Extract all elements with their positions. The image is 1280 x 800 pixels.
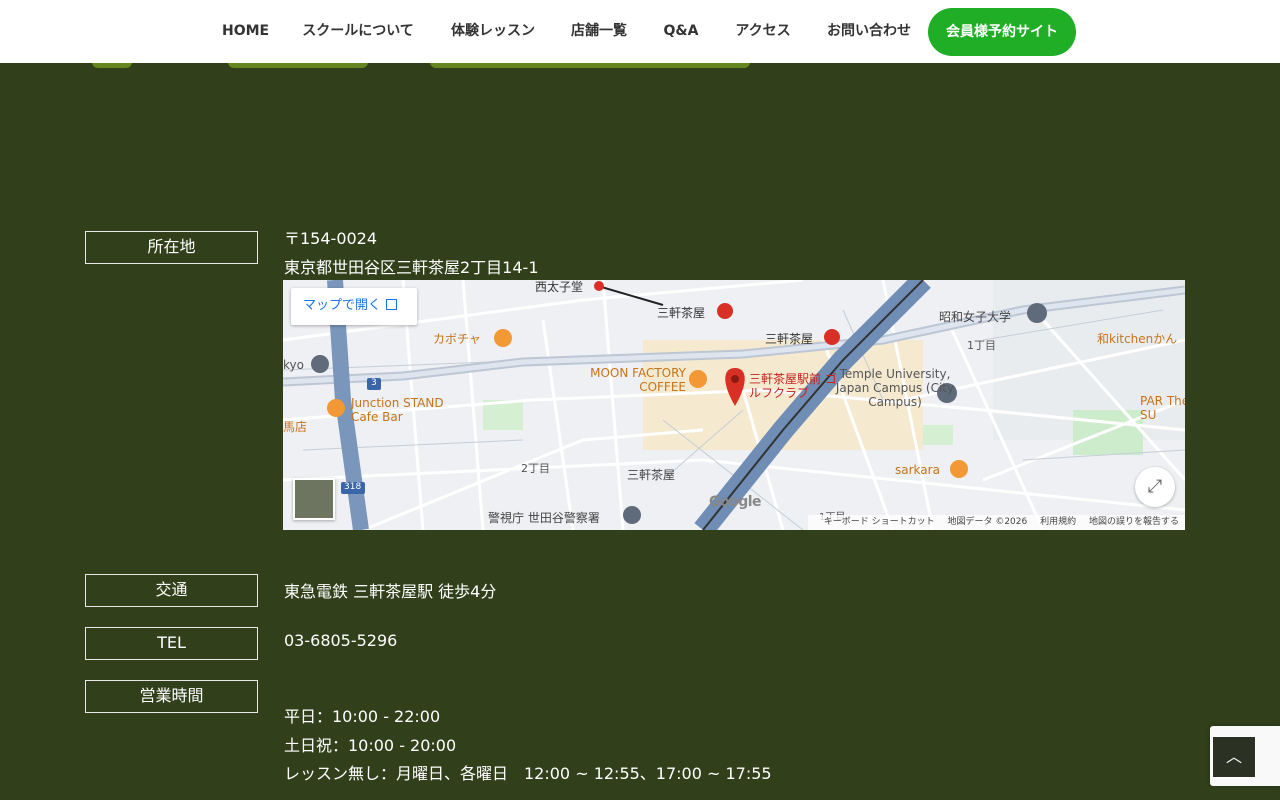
nav-about-school[interactable]: スクールについて [302,0,414,63]
postal-code: 〒154-0024 [284,229,378,248]
transport-label: 交通 [85,574,258,607]
hours-weekday: 平日：10:00 - 22:00 [284,707,441,726]
external-link-icon [386,299,398,310]
chevron-up-icon: ︿ [1225,747,1242,766]
terms-link[interactable]: 利用規約 [1040,517,1076,527]
place-label: 三軒茶屋 [765,332,814,346]
member-reservation-button[interactable]: 会員様予約サイト [928,8,1076,56]
main-nav: HOME スクールについて 体験レッスン 店舗一覧 Q&A アクセス お問い合わ… [0,0,1280,63]
marker-label: 三軒茶屋駅前 ゴルフクラブ [749,372,837,400]
place-label: MOON FACTORY COFFEE [590,366,686,394]
hours-label: 営業時間 [85,680,258,713]
place-label: 1丁目 [967,339,996,352]
road-number: 3 [371,378,377,388]
place-label: 警視庁 世田谷警察署 [488,511,600,525]
fullscreen-icon[interactable]: ⤢ [1135,467,1175,507]
nav-trial-lesson[interactable]: 体験レッスン [450,0,536,63]
keyboard-shortcuts-link[interactable]: キーボード ショートカット [824,517,935,527]
google-logo: Google [709,494,762,510]
satellite-toggle-button[interactable] [293,478,335,520]
hours-weekend: 土日祝：10:00 - 20:00 [284,736,457,755]
transport-text: 東急電鉄 三軒茶屋駅 徒歩4分 [284,582,497,601]
nav-home[interactable]: HOME [222,0,269,63]
place-label: 2丁目 [521,462,550,475]
road-number: 318 [344,482,362,492]
nav-contact[interactable]: お問い合わせ [826,0,912,63]
address-label: 所在地 [85,231,258,264]
nav-store-list[interactable]: 店舗一覧 [570,0,628,63]
address-text: 東京都世田谷区三軒茶屋2丁目14-1 [284,258,539,277]
place-label: Temple University, Japan Campus (City Ca… [835,367,955,409]
place-label: 三軒茶屋 [657,306,706,320]
hours-no-lesson: レッスン無し：月曜日、各曜日 12:00 ~ 12:55、17:00 ~ 17:… [284,764,772,783]
nav-access[interactable]: アクセス [734,0,792,63]
site-header: HOME スクールについて 体験レッスン 店舗一覧 Q&A アクセス お問い合わ… [0,0,1280,63]
place-label: 馬店 [283,420,308,434]
place-label: PAR The SU [1140,394,1185,422]
place-label: kyo [283,358,304,372]
embedded-map[interactable]: 西太子堂 三軒茶屋 三軒茶屋 昭和女子大学 1丁目 カボチャ MOON FACT… [283,280,1185,530]
place-label: 三軒茶屋 [627,468,676,482]
open-in-maps-button[interactable]: マップで開く [291,288,417,325]
place-label: 昭和女子大学 [939,310,1012,324]
open-in-maps-label: マップで開く [303,298,382,313]
place-label: カボチャ [433,332,481,346]
place-label: Junction STAND Cafe Bar [351,396,444,424]
place-label: 西太子堂 [535,280,584,294]
map-footer: キーボード ショートカット 地図データ ©2026 利用規約 地図の誤りを報告す… [807,515,1185,530]
nav-qa[interactable]: Q&A [662,0,700,63]
place-label: 和kitchenかん [1097,332,1178,346]
scroll-to-top-button[interactable]: ︿ [1212,736,1256,778]
tel-label: TEL [85,627,258,660]
tel-number[interactable]: 03-6805-5296 [284,631,397,650]
place-label: sarkara [895,463,940,477]
map-data-text: 地図データ ©2026 [947,517,1028,527]
report-error-link[interactable]: 地図の誤りを報告する [1089,517,1179,527]
